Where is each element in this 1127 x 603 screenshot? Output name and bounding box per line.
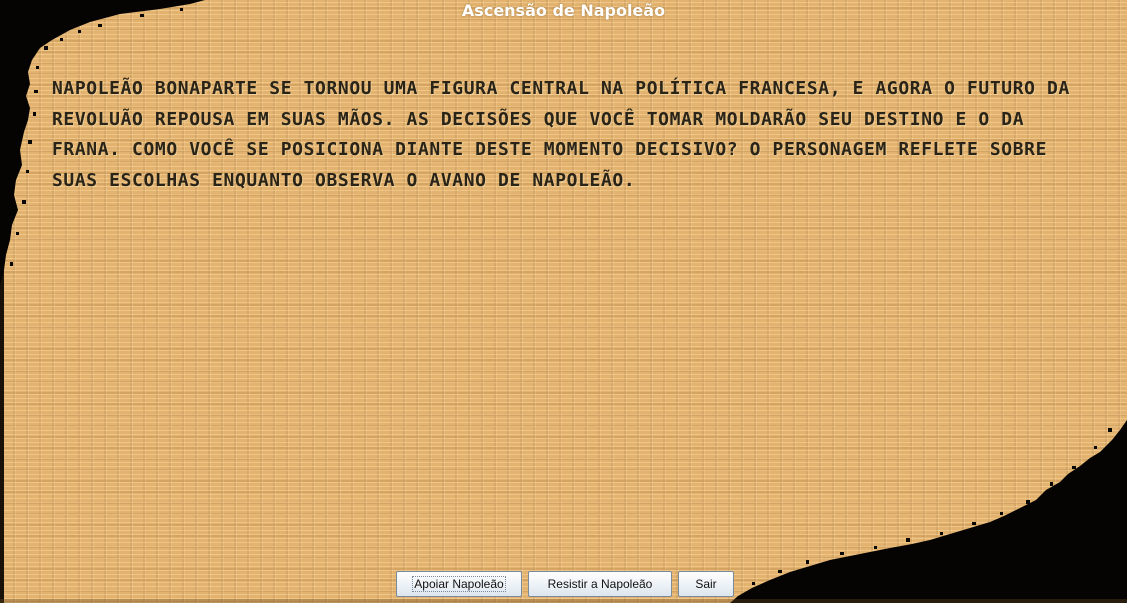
choice-button-row: Apoiar Napoleão Resistir a Napoleão Sair (396, 571, 734, 597)
game-screen: Ascensão de Napoleão NAPOLEÃO BONAPARTE … (0, 0, 1127, 603)
support-napoleon-button-label: Apoiar Napoleão (412, 576, 506, 592)
exit-button[interactable]: Sair (678, 571, 734, 597)
resist-napoleon-button[interactable]: Resistir a Napoleão (528, 571, 672, 597)
story-text: NAPOLEÃO BONAPARTE SE TORNOU UMA FIGURA … (52, 78, 1070, 191)
window-title: Ascensão de Napoleão (461, 1, 666, 20)
support-napoleon-button[interactable]: Apoiar Napoleão (396, 571, 522, 597)
